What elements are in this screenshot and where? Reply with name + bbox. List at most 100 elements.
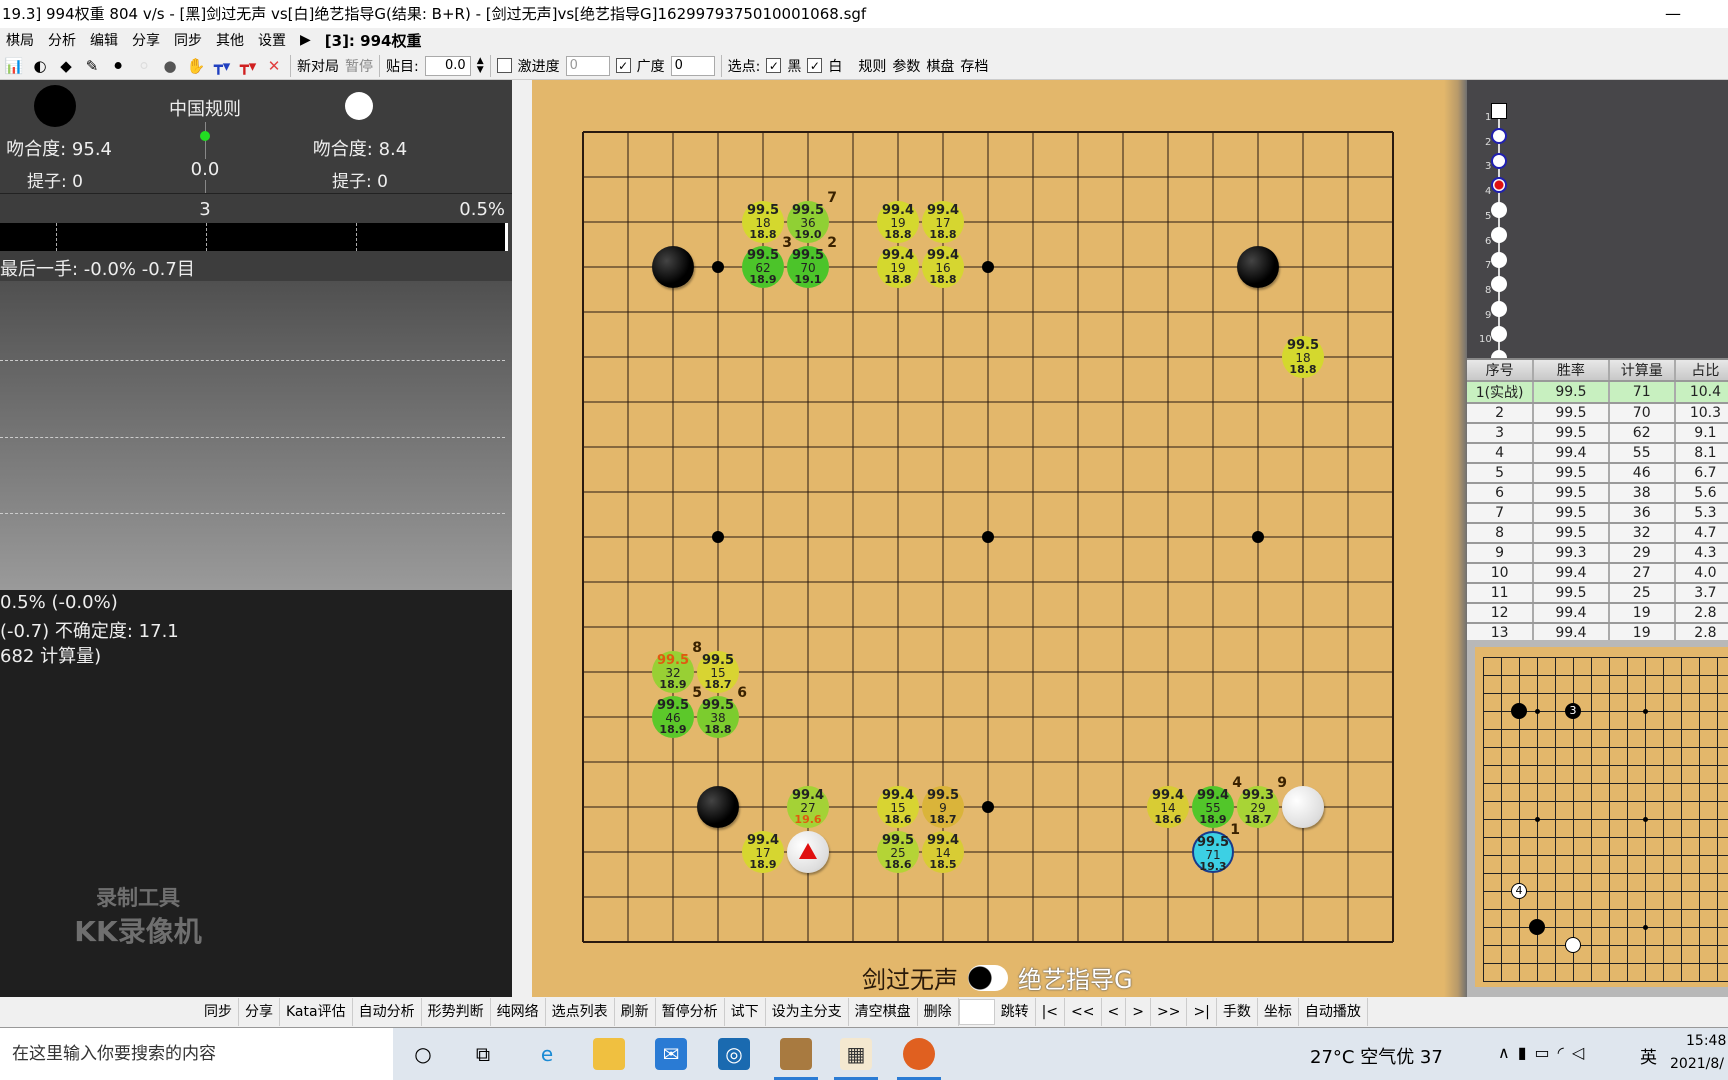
candidate-move[interactable]: 99.4 15 18.6 xyxy=(877,786,919,828)
tree-node[interactable] xyxy=(1491,325,1507,342)
save-button[interactable]: 存档 xyxy=(960,56,988,76)
candidate-move[interactable]: 99.5 46 18.9 5 xyxy=(652,686,702,738)
bottom-button[interactable]: 纯网络 xyxy=(491,998,546,1026)
bottom-button[interactable]: 删除 xyxy=(918,998,959,1026)
bottom-button[interactable]: 刷新 xyxy=(615,998,656,1026)
candidate-move[interactable]: 99.5 36 19.0 7 xyxy=(787,191,837,243)
clock-time[interactable]: 15:48 xyxy=(1686,1033,1726,1049)
bottom-button[interactable]: 手数 xyxy=(1217,998,1258,1026)
candidate-move[interactable]: 99.4 16 18.8 xyxy=(922,246,964,288)
bottom-button[interactable]: 暂停分析 xyxy=(656,998,725,1026)
chart-icon[interactable]: 📊 xyxy=(4,56,24,76)
table-header[interactable]: 计算量 xyxy=(1608,360,1676,382)
candidate-move[interactable]: 99.4 17 18.8 xyxy=(922,201,964,243)
table-row[interactable]: 6 99.5 38 5.6 xyxy=(1467,483,1728,504)
table-row[interactable]: 2 99.5 70 10.3 xyxy=(1467,403,1728,424)
root-node[interactable] xyxy=(1491,103,1507,119)
candidate-move[interactable]: 99.5 38 18.8 6 xyxy=(697,686,747,738)
candidate-move[interactable]: 99.5 9 18.7 xyxy=(922,786,964,828)
taskbar-search[interactable]: 在这里输入你要搜索的内容 xyxy=(0,1028,393,1080)
params-button[interactable]: 参数 xyxy=(892,56,920,76)
bottom-button[interactable]: << xyxy=(1065,998,1102,1026)
mail-icon[interactable]: ✉ xyxy=(655,1038,687,1070)
table-row[interactable]: 12 99.4 19 2.8 xyxy=(1467,603,1728,624)
table-header[interactable]: 占比 xyxy=(1674,360,1728,382)
table-row[interactable]: 9 99.3 29 4.3 xyxy=(1467,543,1728,564)
estimate-icon[interactable]: ◐ xyxy=(30,56,50,76)
table-row[interactable]: 7 99.5 36 5.3 xyxy=(1467,503,1728,524)
bottom-button[interactable]: < xyxy=(1102,998,1127,1026)
table-header[interactable]: 序号 xyxy=(1467,360,1535,382)
bottom-button[interactable]: 自动播放 xyxy=(1299,998,1368,1026)
tree-node[interactable] xyxy=(1491,251,1507,268)
cortana-icon[interactable]: ○ xyxy=(407,1038,439,1070)
pick-white-checkbox[interactable]: ✓ xyxy=(807,58,823,73)
candidate-move[interactable]: 99.4 17 18.9 xyxy=(742,831,784,873)
table-row[interactable]: 5 99.5 46 6.7 xyxy=(1467,463,1728,484)
bottom-button[interactable]: 清空棋盘 xyxy=(849,998,918,1026)
candidate-move[interactable]: 99.3 29 18.7 9 xyxy=(1237,776,1287,828)
app-icon[interactable]: ◎ xyxy=(718,1038,750,1070)
candidate-move[interactable]: 99.4 55 18.9 4 xyxy=(1192,776,1242,828)
pause-button[interactable]: 暂停 xyxy=(345,56,373,76)
task-view-icon[interactable]: ⧉ xyxy=(467,1038,499,1070)
candidate-move[interactable]: 99.4 19 18.8 xyxy=(877,201,919,243)
menu-analysis[interactable]: 分析 xyxy=(48,30,76,50)
ime-indicator[interactable]: 英 xyxy=(1640,1043,1657,1068)
aggression-input[interactable]: 0 xyxy=(565,55,610,76)
tree-node[interactable] xyxy=(1491,226,1507,243)
bottom-button[interactable]: 跳转 xyxy=(995,998,1036,1026)
winrate-graph[interactable] xyxy=(0,281,512,590)
bottom-button[interactable]: 同步 xyxy=(198,998,239,1026)
table-header[interactable]: 胜率 xyxy=(1533,360,1610,382)
rules-button[interactable]: 规则 xyxy=(858,56,886,76)
move-tree[interactable]: 1 2 3 4 5 6 7 8 9 10 xyxy=(1467,80,1728,367)
blue-mark-icon[interactable]: ┳▾ xyxy=(212,56,232,76)
komi-spinner[interactable]: ▲ ▼ xyxy=(477,56,484,75)
hand-icon[interactable]: ✋ xyxy=(186,56,206,76)
pencil-icon[interactable]: ✎ xyxy=(82,56,102,76)
menu-edit[interactable]: 编辑 xyxy=(90,30,118,50)
alternate-stone-icon[interactable]: ● xyxy=(160,56,180,76)
bottom-button[interactable]: 设为主分支 xyxy=(766,998,849,1026)
candidate-move[interactable]: 99.4 19 18.8 xyxy=(877,246,919,288)
minimize-button[interactable]: — xyxy=(1658,0,1688,28)
red-mark-icon[interactable]: ┳▾ xyxy=(238,56,258,76)
table-row[interactable]: 4 99.4 55 8.1 xyxy=(1467,443,1728,464)
bottom-button[interactable]: Kata评估 xyxy=(280,998,353,1026)
candidate-move[interactable]: 99.5 18 18.8 xyxy=(742,201,784,243)
tree-node[interactable] xyxy=(1491,152,1507,169)
game-app-icon[interactable] xyxy=(774,1038,818,1080)
candidate-move[interactable]: 99.5 18 18.8 xyxy=(1282,336,1324,378)
tree-node[interactable] xyxy=(1491,128,1507,144)
candidate-move[interactable]: 99.5 32 18.9 8 xyxy=(652,641,702,693)
engine-name[interactable]: [3]: 994权重 xyxy=(325,30,422,51)
tree-node[interactable] xyxy=(1491,300,1507,317)
candidate-move[interactable]: 99.4 14 18.5 xyxy=(922,831,964,873)
black-stone-icon[interactable]: ⚫ xyxy=(108,56,128,76)
candidate-move[interactable]: 99.4 14 18.6 xyxy=(1147,786,1189,828)
candidate-move[interactable]: 99.5 70 19.1 2 xyxy=(787,236,837,288)
clock-date[interactable]: 2021/8/ xyxy=(1670,1056,1724,1072)
table-row[interactable]: 11 99.5 25 3.7 xyxy=(1467,583,1728,604)
go-board[interactable]: 99.5 71 19.3 1 99.5 70 19.1 2 99.5 62 18.9 3 99.4 55 1… xyxy=(532,80,1444,997)
candidate-table[interactable]: 序号 胜率 计算量 占比 1(实战) 99.5 71 10.4 2 99.5 70 10.3 3 99.… xyxy=(1467,358,1728,640)
table-row[interactable]: 13 99.4 19 2.8 xyxy=(1467,623,1728,640)
bottom-button[interactable]: |< xyxy=(1036,998,1066,1026)
komi-input[interactable]: 0.0 xyxy=(424,55,471,76)
back-icon[interactable]: ◆ xyxy=(56,56,76,76)
bottom-button[interactable]: 坐标 xyxy=(1258,998,1299,1026)
candidate-move[interactable]: 99.5 71 19.3 1 xyxy=(1192,823,1240,873)
menu-settings[interactable]: 设置 xyxy=(258,30,286,50)
table-row[interactable]: 8 99.5 32 4.7 xyxy=(1467,523,1728,544)
go-board-app-icon[interactable]: ▦ xyxy=(834,1038,878,1080)
pick-black-checkbox[interactable]: ✓ xyxy=(766,58,782,73)
new-game-button[interactable]: 新对局 xyxy=(297,56,339,76)
bottom-button[interactable]: 自动分析 xyxy=(353,998,422,1026)
play-icon[interactable]: ▶ xyxy=(300,32,311,48)
width-checkbox[interactable]: ✓ xyxy=(615,58,631,73)
panel-divider[interactable] xyxy=(1444,80,1467,997)
close-icon[interactable]: ✕ xyxy=(264,56,284,76)
tree-node[interactable] xyxy=(1491,202,1507,219)
bottom-button[interactable]: >| xyxy=(1187,998,1217,1026)
